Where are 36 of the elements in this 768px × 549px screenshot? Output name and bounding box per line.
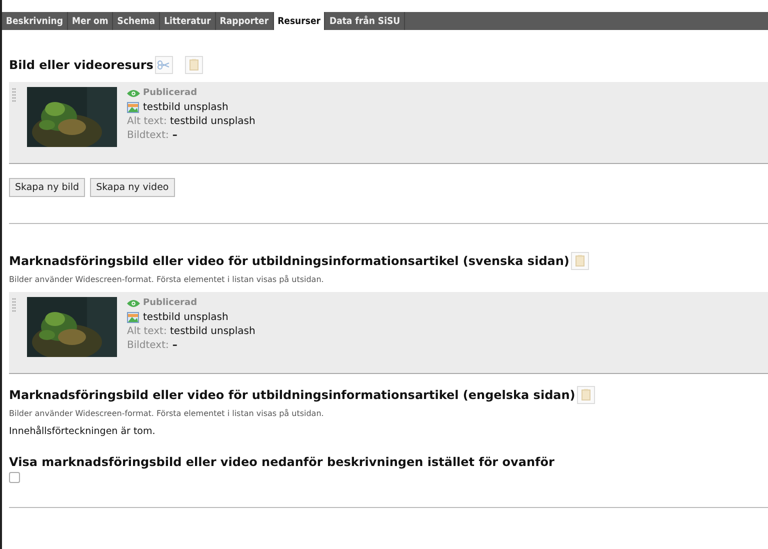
tab[interactable]: Data från SiSU — [325, 12, 406, 30]
create-button[interactable]: Skapa ny bild — [9, 178, 86, 197]
option-title: Visa marknadsföringsbild eller video nedanför beskrivningen istället för ovanför — [9, 455, 556, 469]
status-label: Publicerad — [143, 297, 198, 310]
alt-label: Alt text: — [127, 116, 167, 127]
image-icon — [127, 102, 139, 113]
file-name[interactable]: testbild unsplash — [143, 101, 228, 114]
empty-message: Innehållsförteckningen är tom. — [9, 426, 156, 437]
caption-text: – — [172, 130, 178, 141]
status-label: Publicerad — [143, 87, 198, 100]
caption-label: Bildtext: — [127, 130, 169, 141]
hint-text: Bilder använder Widescreen-format. Första elementet i listan visas på utsidan. — [9, 275, 325, 284]
alt-text: testbild unsplash — [170, 116, 256, 127]
image-icon — [127, 312, 139, 323]
section-title: Bild eller videoresurs — [9, 58, 154, 72]
paste-icon[interactable] — [185, 56, 204, 74]
file-name[interactable]: testbild unsplash — [143, 311, 228, 324]
caption-label: Bildtext: — [127, 340, 169, 351]
checkbox[interactable] — [9, 472, 20, 483]
drag-handle[interactable] — [12, 298, 16, 312]
tab[interactable]: Resurser — [274, 12, 326, 30]
alt-text: testbild unsplash — [170, 326, 256, 337]
paste-icon[interactable] — [571, 252, 590, 270]
caption-text: – — [172, 340, 178, 351]
section-title: Marknadsföringsbild eller video för utbildningsinformationsartikel (svenska sidan) — [9, 254, 570, 268]
tab[interactable]: Mer om — [68, 12, 114, 30]
alt-label: Alt text: — [127, 326, 167, 337]
paste-icon[interactable] — [577, 386, 596, 404]
create-button[interactable]: Skapa ny video — [90, 178, 175, 197]
hint-text: Bilder använder Widescreen-format. Första elementet i listan visas på utsidan. — [9, 409, 325, 418]
tab[interactable]: Schema — [113, 12, 160, 30]
section-title: Marknadsföringsbild eller video för utbildningsinformationsartikel (engelska sidan) — [9, 388, 576, 402]
tab[interactable]: Beskrivning — [2, 12, 68, 30]
drag-handle[interactable] — [12, 88, 16, 102]
scissors-icon[interactable] — [155, 56, 174, 74]
tab[interactable]: Litteratur — [160, 12, 216, 30]
